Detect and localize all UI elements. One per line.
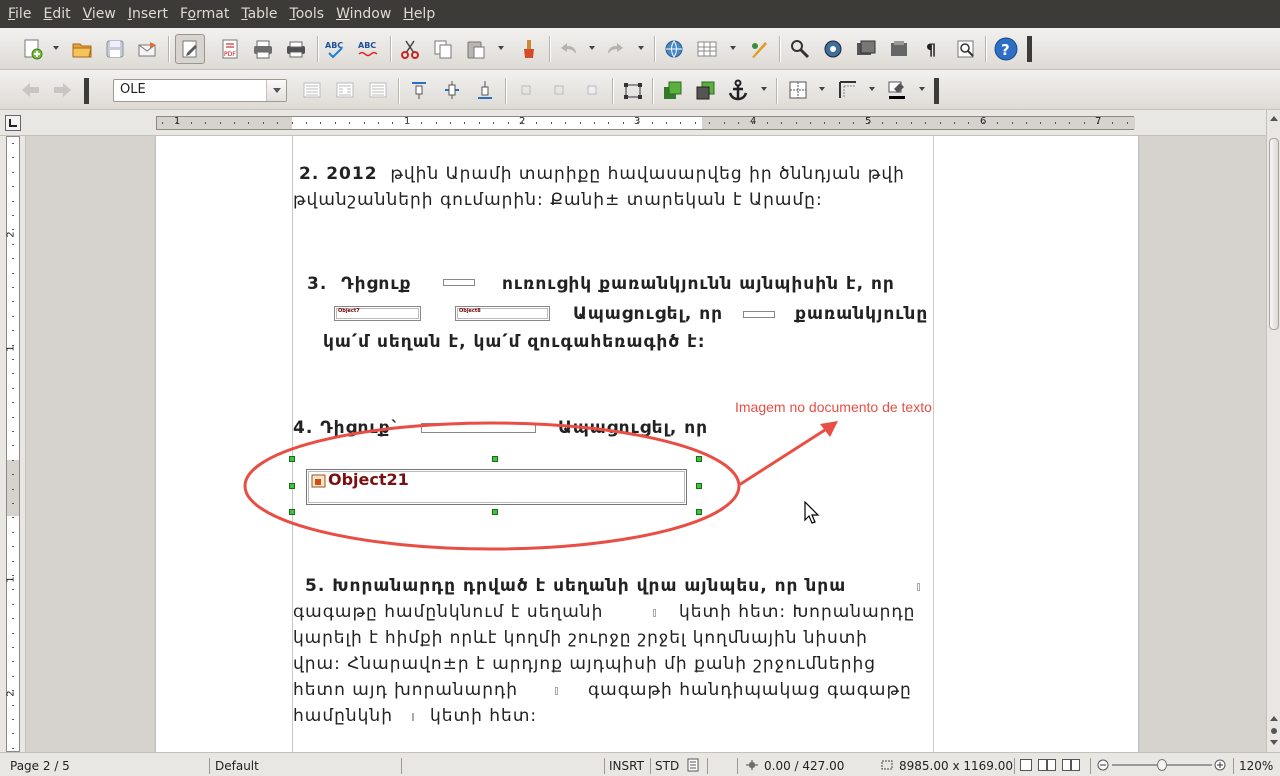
vertical-scrollbar[interactable] <box>1266 110 1280 752</box>
annotation-arrow-head <box>820 421 838 437</box>
selection-mode[interactable]: STD <box>655 753 679 776</box>
zoom-out-icon[interactable] <box>1097 759 1109 771</box>
writer-window: File Edit View Insert Format Table Tools Window… <box>0 0 1280 776</box>
status-separator <box>650 758 651 774</box>
annotation-label: Imagem no documento de texto <box>735 399 932 415</box>
navigation-icon[interactable] <box>1271 728 1277 734</box>
object-position: 0.00 / 427.00 <box>764 759 845 773</box>
annotation-arrow-line <box>738 426 829 487</box>
object-size: 8985.00 x 1169.00 <box>899 759 1013 773</box>
status-separator <box>1233 758 1234 774</box>
status-separator <box>707 758 708 774</box>
status-separator <box>604 758 605 774</box>
scrollbar-thumb[interactable] <box>1269 138 1279 330</box>
zoom-level[interactable]: 120% <box>1239 753 1273 776</box>
multi-page-view-icon[interactable] <box>1038 759 1056 771</box>
zoom-in-icon[interactable] <box>1214 759 1226 771</box>
book-view-icon[interactable] <box>1062 759 1080 771</box>
position-icon <box>745 759 759 771</box>
highlight-ellipse <box>243 421 741 551</box>
page-indicator[interactable]: Page 2 / 5 <box>10 753 70 776</box>
status-separator <box>1014 758 1015 774</box>
document-signature-icon[interactable] <box>687 758 699 772</box>
scroll-up-icon[interactable] <box>1270 116 1278 121</box>
status-separator <box>737 758 738 774</box>
next-page-icon[interactable] <box>1270 740 1278 745</box>
mouse-cursor-icon <box>804 501 820 524</box>
insert-mode[interactable]: INSRT <box>609 753 644 776</box>
size-icon <box>880 759 894 771</box>
status-separator <box>1090 758 1091 774</box>
status-separator <box>401 758 402 774</box>
page-style[interactable]: Default <box>215 753 259 776</box>
status-bar: Page 2 / 5 Default INSRT STD 0.00 / 427.… <box>0 752 1280 776</box>
status-separator <box>209 758 210 774</box>
annotation-overlay <box>243 421 838 551</box>
previous-page-icon[interactable] <box>1270 716 1278 721</box>
zoom-slider-thumb[interactable] <box>1157 759 1167 771</box>
single-page-view-icon[interactable] <box>1020 759 1032 771</box>
